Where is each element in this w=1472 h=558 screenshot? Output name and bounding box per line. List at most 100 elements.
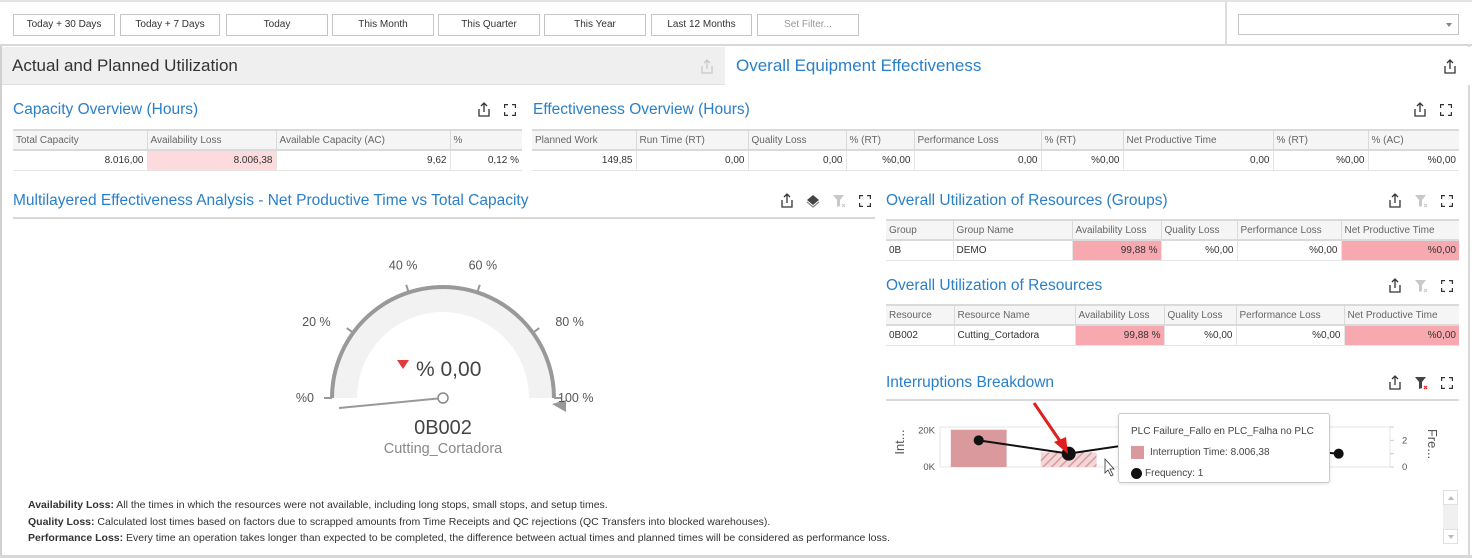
column-header[interactable]: Group bbox=[886, 219, 953, 241]
column-header[interactable]: Performance Loss bbox=[1236, 219, 1341, 241]
total-capacity-cell[interactable]: 8.016,00 bbox=[13, 150, 147, 171]
group-name-cell[interactable]: DEMO bbox=[952, 240, 1072, 261]
column-header[interactable]: Availability Loss bbox=[146, 129, 276, 151]
bar-0[interactable] bbox=[950, 429, 1007, 467]
column-header[interactable]: Quality Loss bbox=[1160, 219, 1237, 241]
table-cell[interactable]: 0,00 bbox=[747, 150, 846, 171]
column-header[interactable]: % (RT) bbox=[1272, 129, 1368, 151]
resource-cell[interactable]: 0B002 bbox=[886, 325, 954, 346]
column-header[interactable]: % bbox=[449, 129, 522, 151]
table-cell[interactable]: 149,85 bbox=[532, 150, 636, 171]
filter-last-12-months-button[interactable]: Last 12 Months bbox=[651, 14, 752, 36]
column-header[interactable]: Quality Loss bbox=[1163, 304, 1236, 326]
filter-today-button[interactable]: Today bbox=[226, 14, 328, 36]
filter-today-7-days-button[interactable]: Today + 7 Days bbox=[120, 14, 220, 36]
maximize-icon[interactable] bbox=[1439, 193, 1455, 209]
group-cell[interactable]: 0B bbox=[886, 240, 953, 261]
export-icon[interactable] bbox=[779, 193, 795, 209]
column-header[interactable]: Performance Loss bbox=[1235, 304, 1344, 326]
column-header[interactable]: Net Productive Time bbox=[1340, 219, 1459, 241]
performance-loss-cell[interactable]: %0,00 bbox=[1235, 325, 1344, 346]
table-cell[interactable]: 0,00 bbox=[913, 150, 1041, 171]
column-header[interactable]: Run Time (RT) bbox=[635, 129, 748, 151]
export-icon[interactable] bbox=[476, 102, 492, 118]
resource-name-cell[interactable]: Cutting_Cortadora bbox=[953, 325, 1075, 346]
available-capacity-cell[interactable]: 9,62 bbox=[275, 150, 450, 171]
net-productive-time-cell[interactable]: %0,00 bbox=[1343, 325, 1459, 346]
definitions-scrollbar[interactable] bbox=[1443, 490, 1458, 544]
maximize-icon[interactable] bbox=[1439, 375, 1455, 391]
set-filter-button[interactable]: Set Filter... bbox=[757, 14, 859, 36]
export-icon[interactable] bbox=[1412, 102, 1428, 118]
clear-filter-icon[interactable] bbox=[1413, 375, 1429, 391]
section-title: Actual and Planned Utilization bbox=[12, 56, 238, 75]
tab-actual-planned-utilization[interactable]: Actual and Planned Utilization bbox=[2, 47, 725, 85]
table-header-row: Resource Resource Name Availability Loss… bbox=[886, 304, 1459, 326]
export-icon[interactable] bbox=[699, 59, 715, 79]
table-cell[interactable]: %0,00 bbox=[1272, 150, 1368, 171]
table-cell[interactable]: %0,00 bbox=[1367, 150, 1459, 171]
export-icon[interactable] bbox=[1387, 193, 1403, 209]
column-header[interactable]: % (RT) bbox=[845, 129, 914, 151]
column-header[interactable]: Planned Work bbox=[532, 129, 636, 151]
table-cell[interactable]: %0,00 bbox=[1040, 150, 1123, 171]
export-icon[interactable] bbox=[1442, 59, 1458, 79]
quality-loss-cell[interactable]: %0,00 bbox=[1160, 240, 1237, 261]
chevron-down-icon[interactable] bbox=[1446, 23, 1452, 27]
table-row[interactable]: 8.016,00 8.006,38 9,62 0,12 % bbox=[13, 150, 522, 171]
column-header[interactable]: Group Name bbox=[952, 219, 1072, 241]
layers-icon[interactable] bbox=[805, 193, 821, 209]
column-header[interactable]: % (RT) bbox=[1040, 129, 1123, 151]
column-header[interactable]: % (AC) bbox=[1367, 129, 1459, 151]
filter-this-quarter-button[interactable]: This Quarter bbox=[438, 14, 540, 36]
tab-overall-equipment-effectiveness[interactable]: Overall Equipment Effectiveness bbox=[725, 47, 1470, 85]
table-cell[interactable]: 0,00 bbox=[1122, 150, 1273, 171]
table-row[interactable]: 149,85 0,00 0,00 %0,00 0,00 %0,00 0,00 %… bbox=[532, 150, 1459, 171]
oee-gauge[interactable]: %0 20 % 40 % 60 % 80 % 100 % % 0,00 0B00… bbox=[280, 250, 620, 470]
maximize-icon[interactable] bbox=[857, 193, 873, 209]
definition-performance-loss: Performance Loss: Every time an operatio… bbox=[28, 530, 890, 547]
scroll-up-icon[interactable] bbox=[1443, 490, 1458, 505]
clear-filter-icon[interactable] bbox=[1413, 193, 1429, 209]
resources-utilization-title: Overall Utilization of Resources bbox=[886, 277, 1103, 294]
column-header[interactable]: Resource bbox=[886, 304, 954, 326]
filter-combo[interactable] bbox=[1238, 14, 1459, 35]
column-header[interactable]: Available Capacity (AC) bbox=[275, 129, 450, 151]
quality-loss-cell[interactable]: %0,00 bbox=[1163, 325, 1236, 346]
column-header[interactable]: Net Productive Time bbox=[1343, 304, 1459, 326]
table-row[interactable]: 0B DEMO 99,88 % %0,00 %0,00 %0,00 bbox=[886, 240, 1459, 261]
export-icon[interactable] bbox=[1387, 278, 1403, 294]
column-header[interactable]: Resource Name bbox=[953, 304, 1075, 326]
table-cell[interactable]: 0,00 bbox=[635, 150, 748, 171]
filter-this-month-button[interactable]: This Month bbox=[332, 14, 434, 36]
percent-cell[interactable]: 0,12 % bbox=[449, 150, 522, 171]
y-axis-left-label: Int... bbox=[892, 429, 907, 454]
column-header[interactable]: Availability Loss bbox=[1071, 219, 1161, 241]
frequency-point-0[interactable] bbox=[973, 435, 984, 446]
net-productive-time-cell[interactable]: %0,00 bbox=[1340, 240, 1459, 261]
export-icon[interactable] bbox=[1387, 375, 1403, 391]
clear-filter-icon[interactable] bbox=[1413, 278, 1429, 294]
filter-today-30-days-button[interactable]: Today + 30 Days bbox=[13, 14, 115, 36]
column-header[interactable]: Performance Loss bbox=[913, 129, 1041, 151]
availability-loss-cell[interactable]: 8.006,38 bbox=[146, 150, 276, 171]
y2-tick-label: 0 bbox=[1402, 462, 1407, 473]
performance-loss-cell[interactable]: %0,00 bbox=[1236, 240, 1341, 261]
table-row[interactable]: 0B002 Cutting_Cortadora 99,88 % %0,00 %0… bbox=[886, 325, 1459, 346]
maximize-icon[interactable] bbox=[1439, 278, 1455, 294]
availability-loss-cell[interactable]: 99,88 % bbox=[1071, 240, 1161, 261]
clear-filter-icon[interactable] bbox=[831, 193, 847, 209]
filter-this-year-button[interactable]: This Year bbox=[544, 14, 646, 36]
maximize-icon[interactable] bbox=[502, 102, 518, 118]
gauge-scale-label: 60 % bbox=[469, 258, 498, 272]
definition-text: All the times in which the resources wer… bbox=[113, 499, 608, 511]
table-cell[interactable]: %0,00 bbox=[845, 150, 914, 171]
availability-loss-cell[interactable]: 99,88 % bbox=[1074, 325, 1164, 346]
frequency-point-4[interactable] bbox=[1333, 448, 1344, 459]
column-header[interactable]: Net Productive Time bbox=[1122, 129, 1273, 151]
scroll-down-icon[interactable] bbox=[1443, 529, 1458, 544]
column-header[interactable]: Availability Loss bbox=[1074, 304, 1164, 326]
maximize-icon[interactable] bbox=[1438, 102, 1454, 118]
column-header[interactable]: Quality Loss bbox=[747, 129, 846, 151]
column-header[interactable]: Total Capacity bbox=[13, 129, 147, 151]
